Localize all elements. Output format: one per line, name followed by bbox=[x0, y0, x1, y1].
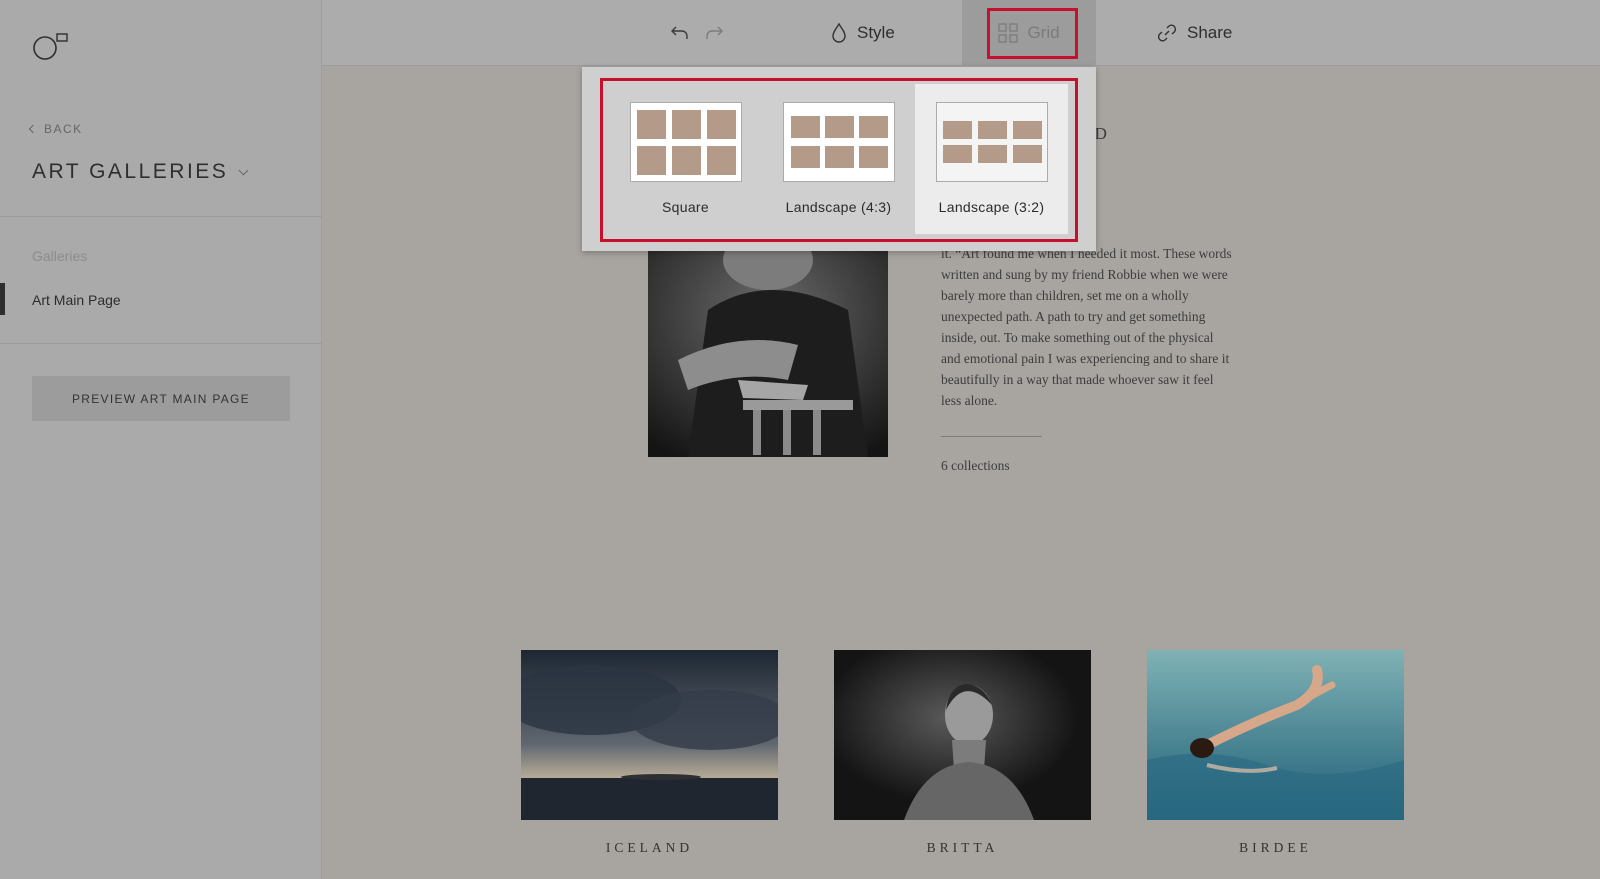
sidebar-item-label: Art Main Page bbox=[32, 292, 121, 308]
divider bbox=[941, 436, 1042, 437]
square-grid-preview bbox=[629, 102, 742, 182]
redo-icon[interactable] bbox=[702, 21, 726, 45]
preview-button[interactable]: PREVIEW ART MAIN PAGE bbox=[32, 376, 290, 421]
hero-photo[interactable] bbox=[648, 250, 888, 457]
droplet-icon bbox=[832, 22, 846, 43]
divider bbox=[0, 343, 322, 344]
link-icon bbox=[1157, 24, 1177, 42]
grid-option-landscape-4-3[interactable]: Landscape (4:3) bbox=[762, 84, 915, 234]
description-line: less alone. bbox=[941, 393, 998, 408]
gallery-thumb-iceland[interactable] bbox=[521, 650, 778, 820]
collection-title[interactable]: ART GALLERIES bbox=[32, 160, 249, 184]
back-label: BACK bbox=[44, 122, 83, 136]
collection-title-text: ART GALLERIES bbox=[32, 160, 229, 183]
grid-option-square[interactable]: Square bbox=[609, 84, 762, 234]
description-line: barely more than children, set me on a w… bbox=[941, 288, 1189, 303]
logo-icon[interactable] bbox=[33, 32, 69, 60]
grid-option-label: Landscape (3:2) bbox=[938, 199, 1045, 215]
gallery-label-britta[interactable]: BRITTA bbox=[834, 840, 1091, 856]
style-button[interactable]: Style bbox=[830, 0, 895, 66]
description-line: beautifully in a way that made whoever s… bbox=[941, 372, 1214, 387]
gallery-thumb-birdee[interactable] bbox=[1147, 650, 1404, 820]
active-indicator bbox=[0, 283, 5, 315]
gallery-thumb-britta[interactable] bbox=[834, 650, 1091, 820]
style-label: Style bbox=[857, 23, 895, 42]
description-line: and emotional pain I was experiencing an… bbox=[941, 351, 1230, 366]
divider bbox=[0, 216, 322, 217]
landscape-3-2-grid-preview bbox=[935, 102, 1048, 182]
share-label: Share bbox=[1187, 23, 1233, 42]
galleries-section-label: Galleries bbox=[32, 248, 88, 264]
landscape-4-3-grid-preview bbox=[782, 102, 895, 182]
back-link[interactable]: BACK bbox=[28, 122, 83, 136]
collections-count: 6 collections bbox=[941, 458, 1010, 473]
grid-option-label: Square bbox=[662, 199, 709, 215]
sidebar: BACK ART GALLERIES Galleries Art Main Pa… bbox=[0, 0, 322, 879]
gallery-label-birdee[interactable]: BIRDEE bbox=[1147, 840, 1404, 856]
top-toolbar: Style Grid Share bbox=[322, 0, 1600, 66]
gallery-label-iceland[interactable]: ICELAND bbox=[521, 840, 778, 856]
share-button[interactable]: Share bbox=[1156, 0, 1232, 66]
grid-option-label: Landscape (4:3) bbox=[785, 199, 892, 215]
grid-option-landscape-3-2[interactable]: Landscape (3:2) bbox=[915, 84, 1068, 234]
description-line: inside, out. To make something out of th… bbox=[941, 330, 1214, 345]
chevron-down-icon bbox=[238, 165, 249, 175]
undo-icon[interactable] bbox=[668, 21, 692, 45]
description-line: unexpected path. A path to try and get s… bbox=[941, 309, 1206, 324]
grid-button-highlight bbox=[987, 8, 1078, 59]
chevron-left-icon bbox=[28, 124, 38, 134]
description-line: written and sung by my friend Robbie whe… bbox=[941, 267, 1228, 282]
sidebar-item-art-main-page[interactable]: Art Main Page bbox=[0, 283, 322, 319]
